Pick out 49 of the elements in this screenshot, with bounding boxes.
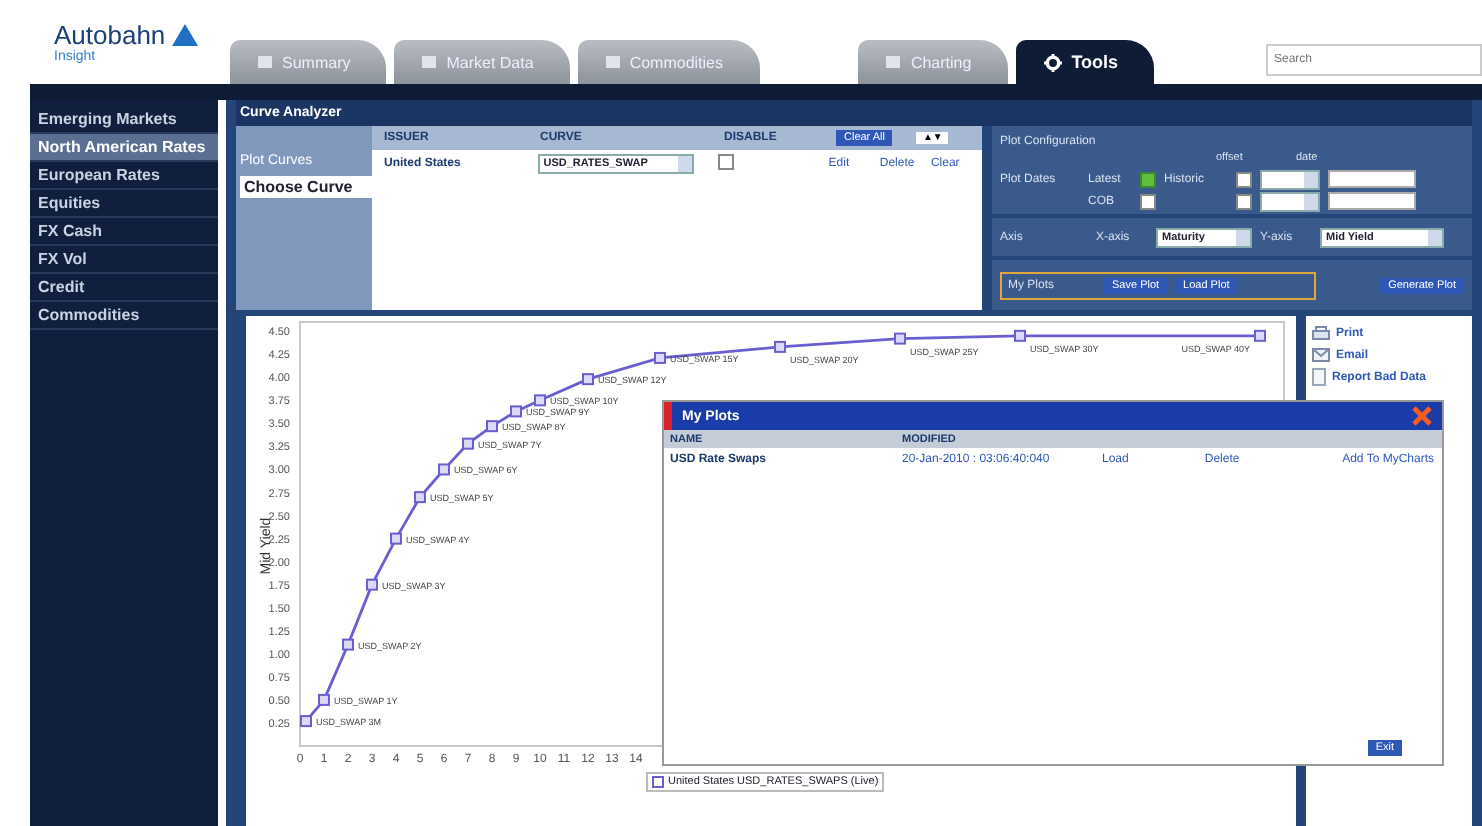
data-point (486, 420, 498, 433)
date-field[interactable] (1328, 192, 1416, 210)
dropdown-icon (1428, 229, 1442, 246)
data-point (342, 638, 354, 651)
sidebar-item[interactable]: European Rates (30, 162, 218, 190)
data-point (894, 332, 906, 345)
data-point (654, 351, 666, 364)
data-point (462, 437, 474, 450)
data-point (582, 373, 594, 386)
data-point (510, 405, 522, 418)
square-icon (605, 56, 620, 68)
data-point (414, 491, 426, 504)
offset-select[interactable] (1260, 191, 1320, 211)
historic-checkbox[interactable] (1236, 193, 1252, 209)
dropdown-icon (677, 156, 692, 172)
logo-text: Autobahn (54, 20, 166, 50)
square-icon (422, 56, 437, 68)
disable-checkbox[interactable] (718, 154, 735, 170)
triangle-logo-icon (171, 24, 198, 46)
square-icon (886, 56, 901, 68)
printer-icon (1312, 326, 1330, 342)
date-field[interactable] (1328, 170, 1416, 188)
sidebar-item[interactable]: North American Rates (30, 134, 218, 162)
data-point (318, 693, 330, 706)
nav-tab[interactable]: Tools (1015, 40, 1155, 84)
dropdown-icon (1236, 229, 1250, 246)
historic-checkbox[interactable] (1236, 171, 1252, 187)
data-point (1254, 329, 1266, 342)
data-point (534, 394, 546, 407)
sidebar-item[interactable]: Commodities (30, 302, 218, 330)
choose-curve-button[interactable]: Choose Curve (240, 176, 372, 198)
sidebar-item[interactable]: FX Vol (30, 246, 218, 274)
date-checkbox[interactable] (1140, 193, 1156, 209)
data-point (1014, 329, 1026, 342)
close-icon[interactable] (1412, 406, 1432, 426)
data-point (774, 340, 786, 353)
envelope-icon (1312, 348, 1330, 362)
sidebar-item[interactable]: Equities (30, 190, 218, 218)
offset-select[interactable] (1260, 169, 1320, 189)
gear-icon (1043, 53, 1062, 71)
document-icon (1312, 368, 1326, 386)
data-point (390, 532, 402, 545)
date-checkbox[interactable] (1140, 171, 1156, 187)
data-point (366, 578, 378, 591)
sidebar-item[interactable]: Credit (30, 274, 218, 302)
sidebar-item[interactable]: FX Cash (30, 218, 218, 246)
square-icon (258, 56, 272, 68)
data-point (438, 463, 450, 476)
data-point (300, 715, 312, 728)
